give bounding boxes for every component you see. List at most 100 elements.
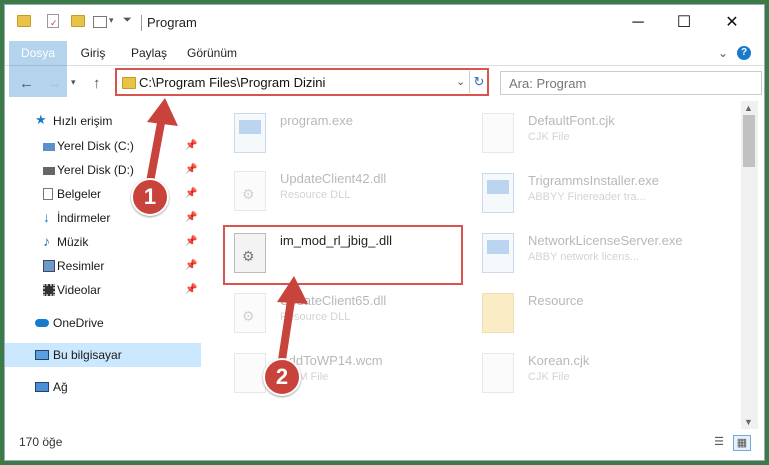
star-icon: ★ bbox=[35, 112, 47, 127]
sidebar-item-onedrive[interactable]: OneDrive bbox=[5, 311, 201, 335]
pin-icon[interactable]: 📌 bbox=[185, 254, 197, 278]
sidebar-item-music[interactable]: ♪ Müzik 📌 bbox=[5, 230, 201, 254]
sidebar-item-label: Ağ bbox=[53, 380, 68, 394]
dll-file-icon: ⚙ bbox=[234, 293, 266, 333]
sidebar-item-label: İndirmeler bbox=[57, 211, 111, 225]
title-separator bbox=[141, 15, 142, 31]
videos-icon bbox=[43, 284, 55, 296]
callout-badge-1: 1 bbox=[131, 178, 169, 216]
scroll-thumb[interactable] bbox=[743, 115, 755, 167]
vertical-scrollbar[interactable]: ▲ ▼ bbox=[741, 101, 758, 429]
exe-file-icon bbox=[482, 173, 514, 213]
folder-icon bbox=[482, 293, 514, 333]
file-icon bbox=[482, 353, 514, 393]
pictures-icon bbox=[43, 260, 55, 272]
sidebar-item-this-pc[interactable]: Bu bilgisayar bbox=[5, 343, 201, 367]
title-bar: ✓ ▾ ⏷ Program ─ ☐ ✕ bbox=[5, 5, 764, 41]
pin-icon[interactable]: 📌 bbox=[185, 182, 197, 206]
file-desc: Resource DLL bbox=[280, 189, 351, 201]
file-desc: ABBY network licens... bbox=[528, 251, 640, 263]
list-item[interactable]: DefaultFont.cjk CJK File bbox=[482, 109, 722, 165]
expand-ribbon-icon[interactable]: ⌄ bbox=[715, 41, 731, 65]
minimize-button[interactable]: ─ bbox=[623, 11, 653, 35]
list-item[interactable]: NetworkLicenseServer.exe ABBY network li… bbox=[482, 229, 722, 285]
sidebar-item-quick-access[interactable]: ★ Hızlı erişim bbox=[5, 109, 201, 133]
sidebar-item-label: OneDrive bbox=[53, 316, 104, 330]
drive-icon bbox=[43, 167, 55, 175]
chevron-down-icon[interactable]: ⌄ bbox=[456, 75, 465, 88]
sidebar-item-label: Yerel Disk (C:) bbox=[57, 139, 134, 153]
tab-giris[interactable]: Giriş bbox=[67, 41, 119, 65]
pin-icon[interactable]: 📌 bbox=[185, 158, 197, 182]
file-name: UpdateClient42.dll bbox=[280, 171, 387, 186]
pin-icon[interactable]: 📌 bbox=[185, 134, 197, 158]
pin-icon[interactable]: 📌 bbox=[185, 230, 197, 254]
chevron-down-icon[interactable]: ▾ bbox=[109, 15, 114, 26]
folder-icon bbox=[17, 15, 31, 27]
sidebar-item-disk-c[interactable]: Yerel Disk (C:) 📌 bbox=[5, 134, 201, 158]
sidebar-item-downloads[interactable]: ↓ İndirmeler 📌 bbox=[5, 206, 201, 230]
documents-icon bbox=[43, 188, 53, 200]
highlight-box bbox=[223, 225, 463, 285]
address-row: ← → ▾ ↑ C:\Program Files\Program Dizini … bbox=[5, 67, 764, 99]
list-item[interactable]: Resource bbox=[482, 289, 722, 345]
navigation-pane: ★ Hızlı erişim Yerel Disk (C:) 📌 Yerel D… bbox=[5, 103, 205, 425]
search-input[interactable]: Ara: Program bbox=[509, 76, 586, 91]
drive-icon bbox=[43, 143, 55, 151]
sidebar-item-label: Videolar bbox=[57, 283, 101, 297]
list-item[interactable]: TrigrammsInstaller.exe ABBYY Finereader … bbox=[482, 169, 722, 225]
tab-paylas[interactable]: Paylaş bbox=[121, 41, 177, 65]
tab-gorunum[interactable]: Görünüm bbox=[179, 41, 245, 65]
list-item[interactable]: ⚙ UpdateClient42.dll Resource DLL bbox=[234, 167, 474, 223]
list-item[interactable]: Korean.cjk CJK File bbox=[482, 349, 722, 405]
sidebar-item-label: Belgeler bbox=[57, 187, 102, 201]
up-icon[interactable]: ↑ bbox=[93, 75, 101, 92]
scroll-down-icon[interactable]: ▼ bbox=[744, 417, 753, 427]
details-view-icon[interactable]: ☰ bbox=[711, 435, 727, 449]
recent-chevron-icon[interactable]: ▾ bbox=[71, 77, 76, 88]
file-name: UpdateClient65.dll bbox=[280, 293, 387, 308]
refresh-icon[interactable]: ↻ bbox=[469, 71, 488, 93]
cloud-icon bbox=[35, 319, 49, 327]
file-name: Korean.cjk bbox=[528, 353, 590, 368]
forward-icon[interactable]: → bbox=[47, 75, 62, 92]
sidebar-item-pictures[interactable]: Resimler 📌 bbox=[5, 254, 201, 278]
dll-file-icon: ⚙ bbox=[234, 171, 266, 211]
computer-icon bbox=[35, 350, 49, 360]
view-icon[interactable] bbox=[93, 16, 107, 28]
sidebar-item-documents[interactable]: Belgeler 📌 bbox=[5, 182, 201, 206]
callout-badge-2: 2 bbox=[263, 358, 301, 396]
sidebar-item-label: Müzik bbox=[57, 235, 89, 249]
large-icons-view-icon[interactable]: ▦ bbox=[733, 435, 751, 451]
sidebar-item-videos[interactable]: Videolar 📌 bbox=[5, 278, 201, 302]
file-name: program.exe bbox=[280, 113, 353, 128]
search-box[interactable]: Ara: Program bbox=[500, 71, 762, 95]
address-path[interactable]: C:\Program Files\Program Dizini bbox=[139, 75, 325, 90]
window-title: Program bbox=[147, 15, 197, 30]
scroll-up-icon[interactable]: ▲ bbox=[744, 103, 753, 113]
file-desc: ABBYY Finereader tra... bbox=[528, 191, 646, 203]
list-item[interactable]: program.exe bbox=[234, 109, 474, 165]
network-icon bbox=[35, 382, 49, 392]
list-item[interactable]: ⚙ UpdateClient65.dll Resource DLL bbox=[234, 289, 474, 345]
address-bar[interactable]: C:\Program Files\Program Dizini ⌄ ↻ bbox=[115, 68, 489, 96]
properties-icon[interactable]: ✓ bbox=[47, 14, 59, 28]
file-name: Resource bbox=[528, 293, 584, 308]
exe-file-icon bbox=[234, 113, 266, 153]
file-desc: Resource DLL bbox=[280, 311, 351, 323]
new-folder-icon[interactable] bbox=[71, 15, 85, 27]
sidebar-item-network[interactable]: Ağ bbox=[5, 375, 201, 399]
pin-icon[interactable]: 📌 bbox=[185, 206, 197, 230]
sidebar-item-label: Resimler bbox=[57, 259, 105, 273]
status-bar: 170 öğe ☰ ▦ bbox=[5, 431, 764, 457]
pin-icon[interactable]: 📌 bbox=[185, 278, 197, 302]
help-icon[interactable]: ? bbox=[737, 46, 751, 60]
file-name: DefaultFont.cjk bbox=[528, 113, 615, 128]
file-desc: CJK File bbox=[528, 131, 570, 143]
customize-toolbar-icon[interactable]: ⏷ bbox=[123, 14, 132, 27]
close-button[interactable]: ✕ bbox=[717, 11, 747, 35]
back-icon[interactable]: ← bbox=[19, 75, 34, 92]
sidebar-item-disk-d[interactable]: Yerel Disk (D:) 📌 bbox=[5, 158, 201, 182]
maximize-button[interactable]: ☐ bbox=[669, 11, 699, 35]
sidebar-item-label: Bu bilgisayar bbox=[53, 348, 122, 362]
